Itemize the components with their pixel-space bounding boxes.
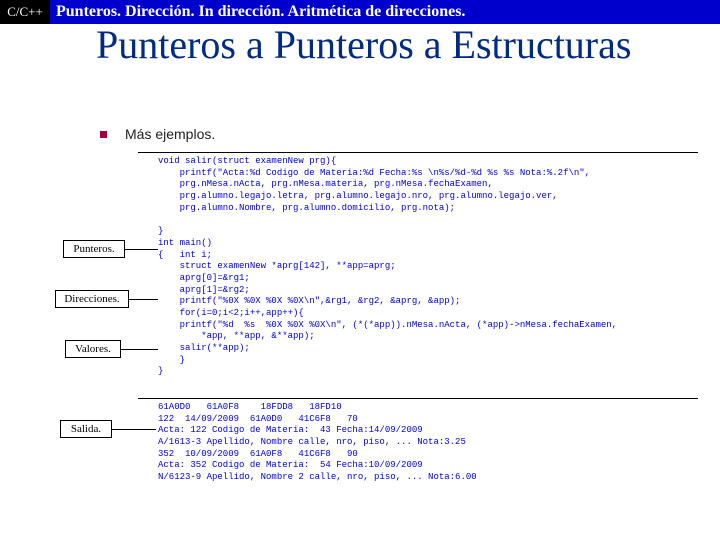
bullet-square-icon	[100, 131, 107, 138]
code-block-2: 61A0D0 61A0F8 18FDD8 18FD10 122 14/09/20…	[158, 402, 477, 484]
bullet-row: Más ejemplos.	[100, 126, 215, 142]
rule-mid	[138, 398, 698, 399]
label-direcciones: Direcciones.	[55, 290, 129, 308]
bullet-text: Más ejemplos.	[125, 126, 215, 142]
slide-title: Punteros a Punteros a Estructuras	[96, 24, 656, 66]
label-punteros-leader	[125, 249, 158, 250]
header-bar: C/C++ Punteros. Dirección. In dirección.…	[0, 0, 720, 24]
label-salida: Salida.	[60, 420, 112, 438]
label-punteros-text: Punteros.	[73, 243, 114, 255]
label-direcciones-text: Direcciones.	[64, 293, 119, 305]
header-title: Punteros. Dirección. In dirección. Aritm…	[50, 0, 720, 24]
label-valores: Valores.	[65, 340, 121, 358]
header-tag: C/C++	[0, 0, 50, 24]
rule-top	[138, 152, 698, 153]
label-punteros: Punteros.	[63, 240, 125, 258]
label-valores-text: Valores.	[75, 343, 111, 355]
label-salida-leader	[112, 429, 156, 430]
label-salida-text: Salida.	[71, 423, 101, 435]
label-valores-leader	[121, 349, 158, 350]
code-block-1: void salir(struct examenNew prg){ printf…	[158, 156, 617, 378]
label-direcciones-leader	[129, 299, 158, 300]
